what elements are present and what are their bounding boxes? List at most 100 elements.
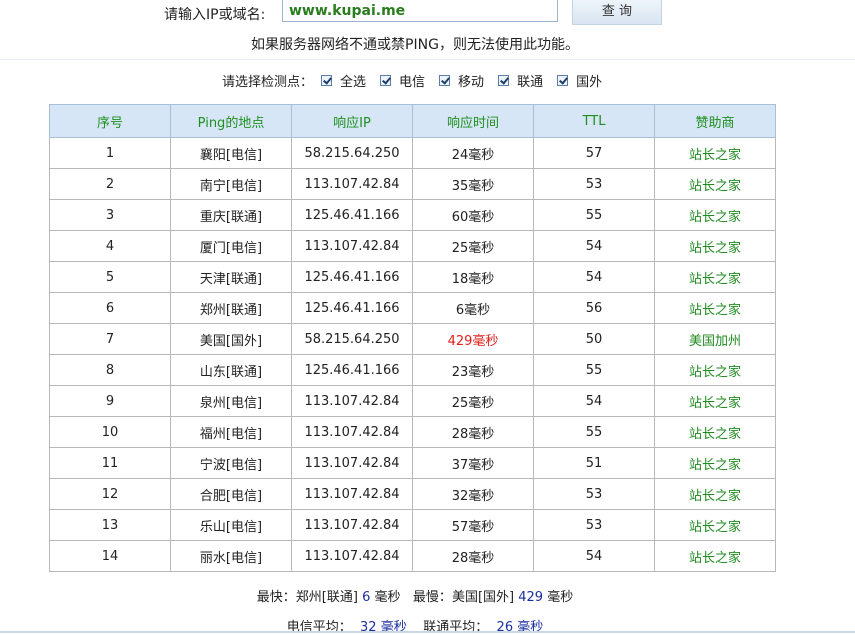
cell-ip: 125.46.41.166: [291, 354, 413, 386]
cell-location: 郑州[联通]: [170, 292, 292, 324]
cell-ip: 125.46.41.166: [291, 261, 413, 293]
cell-sponsor: 美国加州: [654, 323, 776, 355]
table-row: 12 合肥[电信] 113.107.42.84 32毫秒 53 站长之家: [49, 478, 776, 510]
cell-time: 429毫秒: [412, 323, 534, 355]
cell-location: 丽水[电信]: [170, 540, 292, 572]
table-row: 7 美国[国外] 58.215.64.250 429毫秒 50 美国加州: [49, 323, 776, 355]
cell-ip: 113.107.42.84: [291, 540, 413, 572]
cell-sponsor: 站长之家: [654, 447, 776, 479]
cell-sponsor: 站长之家: [654, 416, 776, 448]
cell-location: 合肥[电信]: [170, 478, 292, 510]
query-button[interactable]: 查 询: [572, 0, 662, 25]
header-location: Ping的地点: [170, 104, 292, 138]
cell-ip: 113.107.42.84: [291, 509, 413, 541]
header-sponsor: 赞助商: [654, 104, 776, 138]
cell-location: 山东[联通]: [170, 354, 292, 386]
fastest-label: 最快：: [256, 590, 296, 605]
cell-location: 天津[联通]: [170, 261, 292, 293]
cell-ip: 113.107.42.84: [291, 478, 413, 510]
cell-ip: 125.46.41.166: [291, 292, 413, 324]
cell-location: 宁波[电信]: [170, 447, 292, 479]
cell-ttl: 56: [533, 292, 655, 324]
option-label-unicom: 联通: [517, 74, 544, 90]
checkbox-select-all[interactable]: [321, 74, 333, 86]
checkbox-overseas[interactable]: [557, 74, 569, 86]
table-row: 1 襄阳[电信] 58.215.64.250 24毫秒 57 站长之家: [49, 137, 776, 169]
cell-time: 25毫秒: [412, 385, 534, 417]
table-row: 3 重庆[联通] 125.46.41.166 60毫秒 55 站长之家: [49, 199, 776, 231]
cell-location: 乐山[电信]: [170, 509, 292, 541]
cell-ttl: 55: [533, 354, 655, 386]
cell-time: 25毫秒: [412, 230, 534, 262]
points-label: 请选择检测点：: [222, 74, 314, 90]
cell-ip: 58.215.64.250: [291, 323, 413, 355]
cell-sponsor: 站长之家: [654, 230, 776, 262]
checkbox-telecom[interactable]: [380, 74, 392, 86]
cell-index: 3: [49, 199, 171, 231]
ping-results-table: 序号 Ping的地点 响应IP 响应时间 TTL 赞助商 1 襄阳[电信] 58.2…: [49, 104, 776, 572]
cell-time: 24毫秒: [412, 137, 534, 169]
cell-sponsor: 站长之家: [654, 137, 776, 169]
query-row: 请输入IP或域名: 查 询: [0, 0, 855, 28]
cell-index: 6: [49, 292, 171, 324]
cell-ip: 113.107.42.84: [291, 230, 413, 262]
domain-input[interactable]: [282, 0, 558, 22]
header-index: 序号: [49, 104, 171, 138]
table-row: 14 丽水[电信] 113.107.42.84 28毫秒 54 站长之家: [49, 540, 776, 572]
cell-index: 14: [49, 540, 171, 572]
cell-location: 美国[国外]: [170, 323, 292, 355]
cell-time: 28毫秒: [412, 416, 534, 448]
cell-ttl: 53: [533, 478, 655, 510]
cell-ttl: 54: [533, 540, 655, 572]
cell-time: 23毫秒: [412, 354, 534, 386]
cell-index: 12: [49, 478, 171, 510]
slowest-location: 美国[国外]: [451, 590, 515, 605]
cell-time: 18毫秒: [412, 261, 534, 293]
cell-index: 2: [49, 168, 171, 200]
cell-location: 襄阳[电信]: [170, 137, 292, 169]
table-row: 2 南宁[电信] 113.107.42.84 35毫秒 53 站长之家: [49, 168, 776, 200]
cell-location: 福州[电信]: [170, 416, 292, 448]
checkbox-mobile[interactable]: [439, 74, 451, 86]
cell-ip: 113.107.42.84: [291, 447, 413, 479]
cell-index: 1: [49, 137, 171, 169]
cell-ttl: 50: [533, 323, 655, 355]
cell-index: 10: [49, 416, 171, 448]
option-label-select-all: 全选: [340, 74, 367, 90]
option-label-mobile: 移动: [458, 74, 485, 90]
cell-ip: 125.46.41.166: [291, 199, 413, 231]
cell-index: 5: [49, 261, 171, 293]
cell-index: 9: [49, 385, 171, 417]
cell-ttl: 55: [533, 416, 655, 448]
checkbox-unicom[interactable]: [498, 74, 510, 86]
divider: [0, 59, 855, 60]
table-row: 10 福州[电信] 113.107.42.84 28毫秒 55 站长之家: [49, 416, 776, 448]
cell-sponsor: 站长之家: [654, 540, 776, 572]
cell-ip: 113.107.42.84: [291, 168, 413, 200]
cell-time: 6毫秒: [412, 292, 534, 324]
cell-ttl: 53: [533, 168, 655, 200]
cell-location: 泉州[电信]: [170, 385, 292, 417]
cell-sponsor: 站长之家: [654, 261, 776, 293]
cell-ttl: 54: [533, 261, 655, 293]
cell-sponsor: 站长之家: [654, 168, 776, 200]
cell-ttl: 55: [533, 199, 655, 231]
header-ttl: TTL: [533, 104, 655, 138]
cell-time: 37毫秒: [412, 447, 534, 479]
table-row: 9 泉州[电信] 113.107.42.84 25毫秒 54 站长之家: [49, 385, 776, 417]
table-row: 11 宁波[电信] 113.107.42.84 37毫秒 51 站长之家: [49, 447, 776, 479]
slowest-unit: 毫秒: [547, 590, 574, 605]
cell-time: 60毫秒: [412, 199, 534, 231]
slowest-value: 429: [518, 590, 544, 605]
cell-sponsor: 站长之家: [654, 385, 776, 417]
cell-time: 57毫秒: [412, 509, 534, 541]
cell-ttl: 53: [533, 509, 655, 541]
cell-sponsor: 站长之家: [654, 199, 776, 231]
speed-summary: 最快：郑州[联通] 6 毫秒 最慢：美国[国外] 429 毫秒: [0, 586, 830, 605]
cell-sponsor: 站长之家: [654, 354, 776, 386]
fastest-unit: 毫秒: [374, 590, 401, 605]
table-row: 5 天津[联通] 125.46.41.166 18毫秒 54 站长之家: [49, 261, 776, 293]
cell-location: 厦门[电信]: [170, 230, 292, 262]
table-row: 4 厦门[电信] 113.107.42.84 25毫秒 54 站长之家: [49, 230, 776, 262]
table-row: 13 乐山[电信] 113.107.42.84 57毫秒 53 站长之家: [49, 509, 776, 541]
